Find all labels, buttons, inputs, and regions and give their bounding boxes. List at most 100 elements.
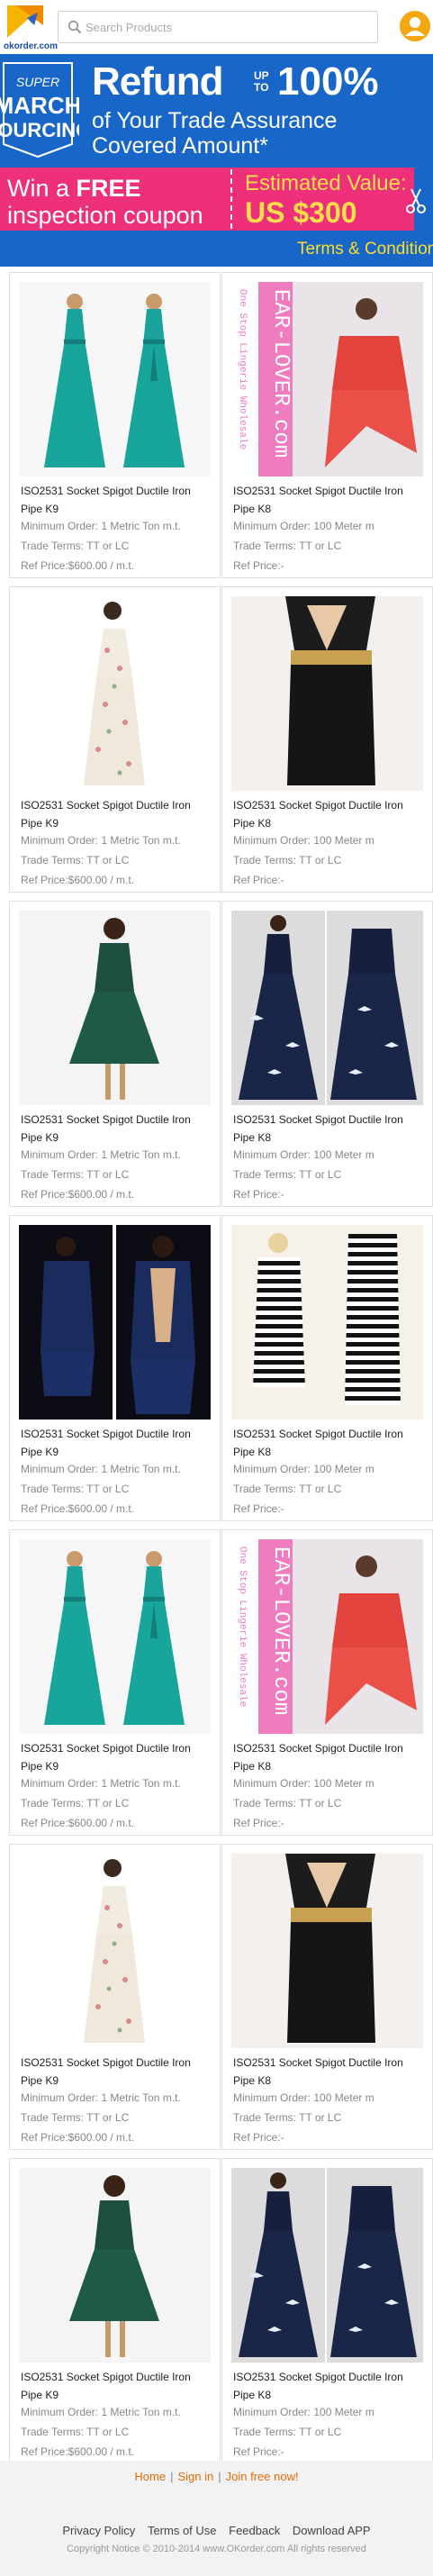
svg-text:EAR-LOVER.com: EAR-LOVER.com <box>268 289 293 458</box>
min-order-text: Minimum Order: 1 Metric Ton m.t. <box>21 1463 181 1475</box>
product-image[interactable] <box>19 1539 211 1734</box>
ref-price-text: Ref Price:$600.00 / m.t. <box>21 874 135 886</box>
ref-price-text: Ref Price:- <box>233 559 284 572</box>
product-card[interactable]: ISO2531 Socket Spigot Ductile Iron Pipe … <box>9 272 221 578</box>
product-image[interactable]: EAR-LOVER.com One Stop Lingerie Wholesal… <box>231 282 423 476</box>
ref-price-text: Ref Price:$600.00 / m.t. <box>21 2445 135 2458</box>
product-card[interactable]: ISO2531 Socket Spigot Ductile Iron Pipe … <box>9 1844 221 2150</box>
product-card[interactable]: ISO2531 Socket Spigot Ductile Iron Pipe … <box>221 1844 433 2150</box>
estimated-value: US $300 <box>245 196 357 229</box>
product-image[interactable] <box>231 1854 423 2048</box>
ref-price-text: Ref Price:- <box>233 1817 284 1829</box>
promo-banner[interactable]: SUPER MARCH SOURCING Refund UP TO 100% o… <box>0 54 433 267</box>
trade-terms-text: Trade Terms: TT or LC <box>233 2111 342 2124</box>
product-image[interactable] <box>19 911 211 1105</box>
feedback-link[interactable]: Feedback <box>229 2524 280 2537</box>
super-march-sourcing-badge: SUPER MARCH SOURCING <box>0 58 79 159</box>
footer-auth-links: Home | Sign in | Join free now! <box>134 2470 299 2483</box>
product-title[interactable]: ISO2531 Socket Spigot Ductile Iron Pipe … <box>21 1111 213 1147</box>
min-order-text: Minimum Order: 100 Meter m <box>233 1463 374 1475</box>
product-card[interactable]: ISO2531 Socket Spigot Ductile Iron Pipe … <box>9 1215 221 1521</box>
coupon-cut-line <box>230 169 232 229</box>
product-image[interactable] <box>19 282 211 476</box>
home-link[interactable]: Home <box>134 2470 166 2483</box>
product-title[interactable]: ISO2531 Socket Spigot Ductile Iron Pipe … <box>21 1739 213 1775</box>
product-image[interactable] <box>231 2168 423 2363</box>
product-card[interactable]: ISO2531 Socket Spigot Ductile Iron Pipe … <box>9 901 221 1207</box>
trade-terms-text: Trade Terms: TT or LC <box>21 2111 130 2124</box>
product-title[interactable]: ISO2531 Socket Spigot Ductile Iron Pipe … <box>233 482 426 518</box>
min-order-text: Minimum Order: 1 Metric Ton m.t. <box>21 2091 181 2104</box>
privacy-policy-link[interactable]: Privacy Policy <box>62 2524 135 2537</box>
join-link[interactable]: Join free now! <box>226 2470 299 2483</box>
scissors-icon <box>406 188 426 213</box>
product-title[interactable]: ISO2531 Socket Spigot Ductile Iron Pipe … <box>21 2368 213 2404</box>
product-title[interactable]: ISO2531 Socket Spigot Ductile Iron Pipe … <box>233 2054 426 2090</box>
product-card[interactable]: ISO2531 Socket Spigot Ductile Iron Pipe … <box>9 586 221 893</box>
ref-price-text: Ref Price:- <box>233 1502 284 1515</box>
min-order-text: Minimum Order: 100 Meter m <box>233 520 374 532</box>
svg-text:SUPER: SUPER <box>16 75 59 89</box>
min-order-text: Minimum Order: 100 Meter m <box>233 2406 374 2418</box>
ref-price-text: Ref Price:$600.00 / m.t. <box>21 1188 135 1201</box>
banner-line1: of Your Trade Assurance <box>92 108 338 133</box>
ref-price-text: Ref Price:- <box>233 2445 284 2458</box>
ref-price-text: Ref Price:$600.00 / m.t. <box>21 1502 135 1515</box>
min-order-text: Minimum Order: 100 Meter m <box>233 834 374 847</box>
banner-line2: Covered Amount* <box>92 133 268 159</box>
product-image[interactable] <box>231 911 423 1105</box>
estimated-value-label: Estimated Value: <box>245 171 407 195</box>
min-order-text: Minimum Order: 1 Metric Ton m.t. <box>21 1148 181 1161</box>
product-card[interactable]: ISO2531 Socket Spigot Ductile Iron Pipe … <box>221 2158 433 2464</box>
ref-price-text: Ref Price:- <box>233 1188 284 1201</box>
terms-of-use-link[interactable]: Terms of Use <box>148 2524 217 2537</box>
product-card[interactable]: ISO2531 Socket Spigot Ductile Iron Pipe … <box>9 1529 221 1836</box>
trade-terms-text: Trade Terms: TT or LC <box>21 1168 130 1181</box>
product-card[interactable]: ISO2531 Socket Spigot Ductile Iron Pipe … <box>221 586 433 893</box>
trade-terms-text: Trade Terms: TT or LC <box>21 2426 130 2438</box>
ref-price-text: Ref Price:- <box>233 2131 284 2144</box>
header: okorder.com <box>0 0 433 54</box>
trade-terms-text: Trade Terms: TT or LC <box>21 1797 130 1810</box>
min-order-text: Minimum Order: 100 Meter m <box>233 1148 374 1161</box>
svg-text:One Stop Lingerie Wholesale: One Stop Lingerie Wholesale <box>237 1547 248 1707</box>
okorder-logo[interactable]: okorder.com <box>4 4 58 51</box>
product-image[interactable] <box>19 596 211 791</box>
footer-links: Privacy Policy Terms of Use Feedback Dow… <box>0 2524 433 2537</box>
trade-terms-text: Trade Terms: TT or LC <box>233 1797 342 1810</box>
product-title[interactable]: ISO2531 Socket Spigot Ductile Iron Pipe … <box>233 1739 426 1775</box>
min-order-text: Minimum Order: 100 Meter m <box>233 1777 374 1790</box>
signin-link[interactable]: Sign in <box>178 2470 214 2483</box>
min-order-text: Minimum Order: 100 Meter m <box>233 2091 374 2104</box>
copyright-notice: Copyright Notice © 2010-2014 www.OKorder… <box>67 2544 366 2554</box>
product-card[interactable]: ISO2531 Socket Spigot Ductile Iron Pipe … <box>9 2158 221 2464</box>
product-card[interactable]: EAR-LOVER.com One Stop Lingerie Wholesal… <box>221 1529 433 1836</box>
product-card[interactable]: ISO2531 Socket Spigot Ductile Iron Pipe … <box>221 901 433 1207</box>
product-title[interactable]: ISO2531 Socket Spigot Ductile Iron Pipe … <box>233 2368 426 2404</box>
product-image[interactable]: EAR-LOVER.com One Stop Lingerie Wholesal… <box>231 1539 423 1734</box>
product-image[interactable] <box>231 1225 423 1420</box>
search-input[interactable] <box>86 17 365 37</box>
upto-label: UP TO <box>254 69 269 94</box>
min-order-text: Minimum Order: 1 Metric Ton m.t. <box>21 520 181 532</box>
min-order-text: Minimum Order: 1 Metric Ton m.t. <box>21 1777 181 1790</box>
product-image[interactable] <box>19 1854 211 2048</box>
product-title[interactable]: ISO2531 Socket Spigot Ductile Iron Pipe … <box>21 1425 213 1461</box>
product-image[interactable] <box>19 2168 211 2363</box>
product-image[interactable] <box>231 596 423 791</box>
product-title[interactable]: ISO2531 Socket Spigot Ductile Iron Pipe … <box>21 796 213 832</box>
product-title[interactable]: ISO2531 Socket Spigot Ductile Iron Pipe … <box>233 796 426 832</box>
download-app-link[interactable]: Download APP <box>293 2524 371 2537</box>
terms-conditions-link[interactable]: Terms & Conditions <box>297 240 433 259</box>
svg-text:SOURCING: SOURCING <box>0 119 79 141</box>
product-card[interactable]: EAR-LOVER.com One Stop Lingerie Wholesal… <box>221 272 433 578</box>
product-title[interactable]: ISO2531 Socket Spigot Ductile Iron Pipe … <box>21 2054 213 2090</box>
user-avatar-icon[interactable] <box>400 11 430 41</box>
product-image[interactable] <box>19 1225 211 1420</box>
product-card[interactable]: ISO2531 Socket Spigot Ductile Iron Pipe … <box>221 1215 433 1521</box>
product-title[interactable]: ISO2531 Socket Spigot Ductile Iron Pipe … <box>21 482 213 518</box>
product-title[interactable]: ISO2531 Socket Spigot Ductile Iron Pipe … <box>233 1111 426 1147</box>
product-title[interactable]: ISO2531 Socket Spigot Ductile Iron Pipe … <box>233 1425 426 1461</box>
search-box[interactable] <box>58 11 378 43</box>
svg-text:EAR-LOVER.com: EAR-LOVER.com <box>268 1547 293 1715</box>
